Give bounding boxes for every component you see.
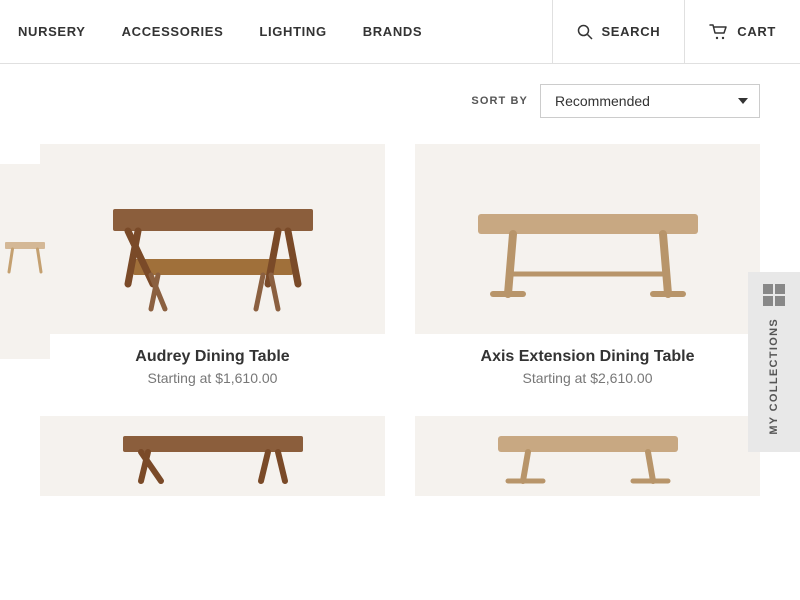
bottom-left-svg (113, 421, 313, 491)
sort-select-wrapper: Recommended Price: Low to High Price: Hi… (540, 84, 760, 118)
product-image-axis (415, 144, 760, 334)
bottom-partial-row (40, 416, 760, 496)
nav-item-lighting[interactable]: LIGHTING (241, 24, 344, 39)
left-partial-product (0, 164, 50, 359)
collections-label: MY COLLECTIONS (768, 318, 780, 435)
product-grid: Audrey Dining Table Starting at $1,610.0… (40, 144, 760, 416)
bottom-card-right (415, 416, 760, 496)
my-collections-sidebar[interactable]: MY COLLECTIONS (748, 272, 800, 452)
product-info-axis: Axis Extension Dining Table Starting at … (481, 348, 695, 386)
cart-icon (709, 24, 729, 40)
main-content: SORT BY Recommended Price: Low to High P… (0, 64, 800, 496)
sort-row: SORT BY Recommended Price: Low to High P… (40, 64, 760, 134)
axis-table-svg (458, 154, 718, 324)
cart-label: CART (737, 24, 776, 39)
nav-item-nursery[interactable]: NURSERY (0, 24, 104, 39)
cart-button[interactable]: CART (685, 0, 800, 64)
audrey-table-svg (83, 154, 343, 324)
search-button[interactable]: SEARCH (553, 0, 685, 64)
nav-item-brands[interactable]: BRANDS (345, 24, 441, 39)
search-icon (577, 24, 593, 40)
main-nav: NURSERY ACCESSORIES LIGHTING BRANDS (0, 24, 552, 39)
bottom-card-left (40, 416, 385, 496)
product-info-audrey: Audrey Dining Table Starting at $1,610.0… (135, 348, 289, 386)
product-card-audrey[interactable]: Audrey Dining Table Starting at $1,610.0… (40, 144, 385, 416)
search-label: SEARCH (601, 24, 660, 39)
header: NURSERY ACCESSORIES LIGHTING BRANDS SEAR… (0, 0, 800, 64)
nav-item-accessories[interactable]: ACCESSORIES (104, 24, 242, 39)
partial-left-svg (0, 182, 50, 342)
product-price-axis: Starting at $2,610.00 (481, 370, 695, 386)
sort-select[interactable]: Recommended Price: Low to High Price: Hi… (540, 84, 760, 118)
product-name-axis: Axis Extension Dining Table (481, 348, 695, 366)
product-image-audrey (40, 144, 385, 334)
product-price-audrey: Starting at $1,610.00 (135, 370, 289, 386)
bottom-right-svg (488, 421, 688, 491)
header-actions: SEARCH CART (552, 0, 800, 64)
sort-label: SORT BY (471, 95, 528, 107)
product-card-axis[interactable]: Axis Extension Dining Table Starting at … (415, 144, 760, 416)
product-name-audrey: Audrey Dining Table (135, 348, 289, 366)
collections-grid-icon (763, 284, 785, 306)
